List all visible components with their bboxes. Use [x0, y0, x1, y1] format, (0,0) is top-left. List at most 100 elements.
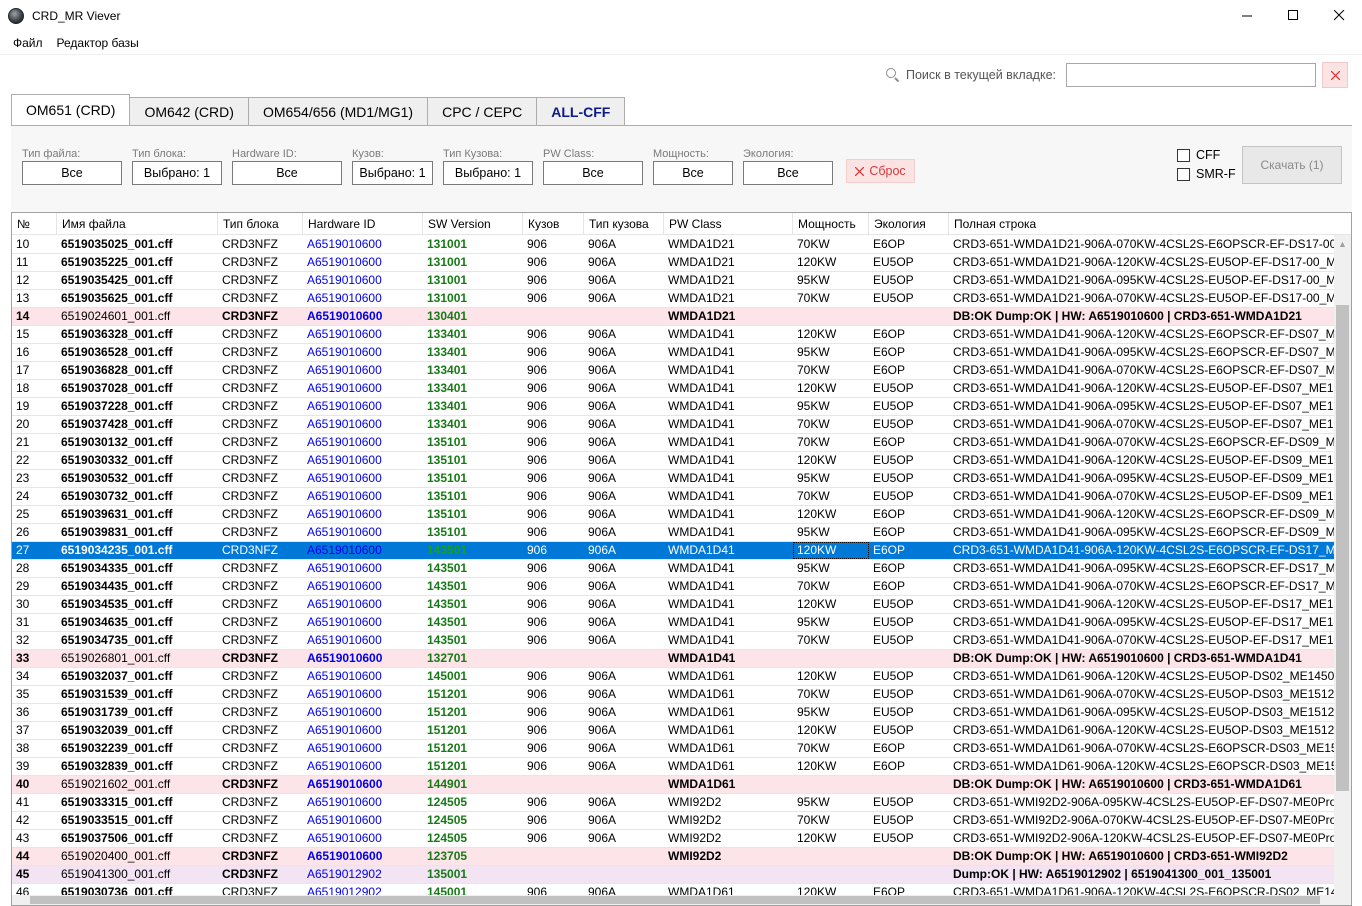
cell-sw-version[interactable]: 135001	[423, 866, 523, 883]
cell-body-type[interactable]	[584, 848, 664, 865]
cell-sw-version[interactable]: 133401	[423, 380, 523, 397]
cell-pw-class[interactable]: WMDA1D41	[664, 344, 793, 361]
cell-filename[interactable]: 6519036328_001.cff	[57, 326, 218, 343]
cell-pw-class[interactable]: WMI92D2	[664, 812, 793, 829]
cell-sw-version[interactable]: 143501	[423, 560, 523, 577]
smr-f-checkbox-row[interactable]: SMR-F	[1177, 167, 1236, 181]
cell-number[interactable]: 22	[12, 452, 57, 469]
cell-full-string[interactable]: CRD3-651-WMDA1D41-906A-070KW-4CSL2S-E6OP…	[949, 434, 1336, 451]
cell-block-type[interactable]: CRD3NFZ	[218, 632, 303, 649]
cell-power[interactable]: 120KW	[793, 722, 869, 739]
cell-body[interactable]: 906	[523, 326, 584, 343]
cell-power[interactable]: 70KW	[793, 740, 869, 757]
cell-filename[interactable]: 6519031539_001.cff	[57, 686, 218, 703]
cell-sw-version[interactable]: 132701	[423, 650, 523, 667]
cell-body-type[interactable]: 906A	[584, 812, 664, 829]
cell-body[interactable]: 906	[523, 740, 584, 757]
cell-sw-version[interactable]: 135101	[423, 488, 523, 505]
cell-number[interactable]: 19	[12, 398, 57, 415]
cell-number[interactable]: 13	[12, 290, 57, 307]
table-row[interactable]: 43 6519037506_001.cff CRD3NFZ A6519010600 12…	[12, 830, 1336, 848]
cell-number[interactable]: 18	[12, 380, 57, 397]
cell-body[interactable]: 906	[523, 344, 584, 361]
cell-filename[interactable]: 6519033515_001.cff	[57, 812, 218, 829]
table-row[interactable]: 31 6519034635_001.cff CRD3NFZ A6519010600 14…	[12, 614, 1336, 632]
cell-number[interactable]: 20	[12, 416, 57, 433]
cell-number[interactable]: 28	[12, 560, 57, 577]
tab-om642[interactable]: OM642 (CRD)	[129, 97, 249, 125]
cell-body[interactable]: 906	[523, 722, 584, 739]
cell-power[interactable]: 95KW	[793, 470, 869, 487]
cell-pw-class[interactable]: WMDA1D61	[664, 776, 793, 793]
cell-hardware-id[interactable]: A6519010600	[303, 434, 423, 451]
cell-number[interactable]: 17	[12, 362, 57, 379]
cell-power[interactable]: 120KW	[793, 830, 869, 847]
table-row[interactable]: 30 6519034535_001.cff CRD3NFZ A6519010600 14…	[12, 596, 1336, 614]
table-row[interactable]: 45 6519041300_001.cff CRD3NFZ A6519012902 13…	[12, 866, 1336, 884]
cell-block-type[interactable]: CRD3NFZ	[218, 866, 303, 883]
filter-body-type-dropdown[interactable]: Выбрано: 1	[443, 161, 533, 185]
cell-power[interactable]: 120KW	[793, 758, 869, 775]
cell-sw-version[interactable]: 143501	[423, 596, 523, 613]
cell-ecology[interactable]: EU5OP	[869, 596, 949, 613]
table-row[interactable]: 41 6519033315_001.cff CRD3NFZ A6519010600 12…	[12, 794, 1336, 812]
cell-number[interactable]: 37	[12, 722, 57, 739]
cell-power[interactable]: 95KW	[793, 524, 869, 541]
cell-body[interactable]: 906	[523, 668, 584, 685]
cell-body-type[interactable]: 906A	[584, 596, 664, 613]
cell-pw-class[interactable]: WMDA1D41	[664, 524, 793, 541]
cell-body[interactable]: 906	[523, 758, 584, 775]
cell-body[interactable]: 906	[523, 452, 584, 469]
cell-block-type[interactable]: CRD3NFZ	[218, 614, 303, 631]
cell-number[interactable]: 23	[12, 470, 57, 487]
cell-sw-version[interactable]: 151201	[423, 722, 523, 739]
cell-block-type[interactable]: CRD3NFZ	[218, 740, 303, 757]
cell-block-type[interactable]: CRD3NFZ	[218, 596, 303, 613]
cell-body-type[interactable]: 906A	[584, 290, 664, 307]
cell-filename[interactable]: 6519035025_001.cff	[57, 236, 218, 253]
cell-sw-version[interactable]: 151201	[423, 704, 523, 721]
cell-block-type[interactable]: CRD3NFZ	[218, 272, 303, 289]
cell-body-type[interactable]: 906A	[584, 668, 664, 685]
cell-number[interactable]: 42	[12, 812, 57, 829]
cell-filename[interactable]: 6519030532_001.cff	[57, 470, 218, 487]
table-row[interactable]: 28 6519034335_001.cff CRD3NFZ A6519010600 14…	[12, 560, 1336, 578]
cell-number[interactable]: 15	[12, 326, 57, 343]
cell-power[interactable]: 120KW	[793, 452, 869, 469]
cell-ecology[interactable]: EU5OP	[869, 632, 949, 649]
cell-block-type[interactable]: CRD3NFZ	[218, 398, 303, 415]
cell-hardware-id[interactable]: A6519010600	[303, 344, 423, 361]
cell-filename[interactable]: 6519024601_001.cff	[57, 308, 218, 325]
table-row[interactable]: 23 6519030532_001.cff CRD3NFZ A6519010600 13…	[12, 470, 1336, 488]
cell-number[interactable]: 36	[12, 704, 57, 721]
cell-ecology[interactable]: EU5OP	[869, 488, 949, 505]
cell-full-string[interactable]: CRD3-651-WMDA1D41-906A-070KW-4CSL2S-E6OP…	[949, 578, 1336, 595]
cell-full-string[interactable]: CRD3-651-WMDA1D41-906A-120KW-4CSL2S-E6OP…	[949, 326, 1336, 343]
cell-block-type[interactable]: CRD3NFZ	[218, 524, 303, 541]
cell-filename[interactable]: 6519034335_001.cff	[57, 560, 218, 577]
cell-block-type[interactable]: CRD3NFZ	[218, 668, 303, 685]
col-header-sw-version[interactable]: SW Version	[423, 213, 523, 235]
cell-full-string[interactable]: CRD3-651-WMDA1D41-906A-120KW-4CSL2S-E6OP…	[949, 506, 1336, 523]
filter-pw-class-dropdown[interactable]: Все	[543, 161, 643, 185]
cell-body[interactable]	[523, 866, 584, 883]
cell-block-type[interactable]: CRD3NFZ	[218, 848, 303, 865]
cell-pw-class[interactable]: WMDA1D41	[664, 452, 793, 469]
table-row[interactable]: 22 6519030332_001.cff CRD3NFZ A6519010600 13…	[12, 452, 1336, 470]
cell-number[interactable]: 25	[12, 506, 57, 523]
cell-filename[interactable]: 6519026801_001.cff	[57, 650, 218, 667]
cell-hardware-id[interactable]: A6519010600	[303, 596, 423, 613]
cell-block-type[interactable]: CRD3NFZ	[218, 560, 303, 577]
cell-number[interactable]: 41	[12, 794, 57, 811]
col-header-pw-class[interactable]: PW Class	[664, 213, 793, 235]
cell-full-string[interactable]: CRD3-651-WMDA1D21-906A-070KW-4CSL2S-EU5O…	[949, 290, 1336, 307]
cell-power[interactable]: 120KW	[793, 596, 869, 613]
cell-full-string[interactable]: Dump:OK | HW: A6519012902 | 6519041300_0…	[949, 866, 1336, 883]
cell-hardware-id[interactable]: A6519010600	[303, 236, 423, 253]
cell-block-type[interactable]: CRD3NFZ	[218, 326, 303, 343]
cell-full-string[interactable]: CRD3-651-WMDA1D41-906A-120KW-4CSL2S-EU5O…	[949, 452, 1336, 469]
cell-power[interactable]: 95KW	[793, 614, 869, 631]
cell-sw-version[interactable]: 131001	[423, 290, 523, 307]
tab-om654-656[interactable]: OM654/656 (MD1/MG1)	[247, 97, 429, 125]
tab-all-cff[interactable]: ALL-CFF	[536, 97, 626, 125]
